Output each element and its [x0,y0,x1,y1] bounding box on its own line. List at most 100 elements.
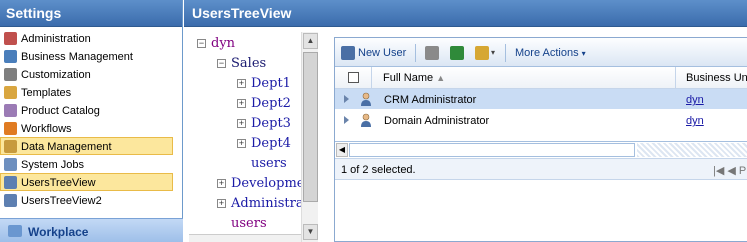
sidebar-item-label: System Jobs [21,159,84,171]
scroll-up-button[interactable]: ▲ [303,33,318,49]
tree-node-label: users [251,156,287,171]
sidebar-item-label: Templates [21,87,72,99]
business-unit-link[interactable]: dyn [686,93,704,107]
expand-toggle-icon[interactable]: + [237,139,246,148]
tree-node[interactable]: users [231,214,267,234]
column-header-full-name[interactable]: Full Name ▲ [383,71,445,85]
tree-node[interactable]: users [251,154,287,174]
grid-horizontal-scrollbar[interactable]: ◀ [335,141,747,157]
selection-status: 1 of 2 selected. [341,164,416,176]
expand-toggle-icon[interactable]: + [237,99,246,108]
tree-node[interactable]: + Administrati [217,194,307,214]
edit-dropdown-chevron-icon[interactable]: ▾ [491,45,495,61]
customization-icon [4,68,17,81]
tree-node[interactable]: + Dept3 [237,114,291,134]
sidebar-item-label: Product Catalog [21,105,100,117]
sidebar-item-label: UsersTreeView [21,177,96,189]
new-user-button[interactable]: New User [358,45,406,61]
templates-icon [4,86,17,99]
expand-toggle-icon[interactable]: + [217,199,226,208]
more-actions-button[interactable]: More Actions ▾ [515,45,586,61]
grid-toolbar: New User ▾ More Actions ▾ [335,38,747,67]
full-name-cell[interactable]: CRM Administrator [384,93,476,107]
tree-node[interactable]: + Developmen [217,174,307,194]
workplace-icon [8,225,22,237]
users-grid-panel: New User ▾ More Actions ▾ Full Name ▲ Bu… [334,37,747,242]
sidebar-item-label: Data Management [21,141,112,153]
row-expand-icon[interactable] [344,95,349,103]
tree-node-label: dyn [211,36,236,51]
table-row[interactable]: CRM Administrator dyn [335,89,747,110]
pager-controls[interactable]: |◀ ◀ P [713,164,746,177]
tree-node-label: Dept2 [251,96,291,111]
sidebar-item-data-management[interactable]: Data Management [0,137,173,155]
full-name-cell[interactable]: Domain Administrator [384,114,489,128]
column-divider [675,67,676,89]
collapse-toggle-icon[interactable]: − [217,59,226,68]
sidebar-item-label: Workflows [21,123,72,135]
user-icon [361,113,371,127]
column-divider [371,67,372,89]
expand-toggle-icon[interactable]: + [217,179,226,188]
product-catalog-icon [4,104,17,117]
expand-toggle-icon[interactable]: + [237,119,246,128]
edit-icon[interactable] [475,46,489,60]
grid-header: Full Name ▲ Business Unit [335,67,747,89]
tree-node-label: Dept3 [251,116,291,131]
tree-node[interactable]: − Sales [217,54,266,74]
tree-node-label: users [231,216,267,231]
more-actions-label: More Actions [515,47,579,59]
sidebar-item-templates[interactable]: Templates [0,83,173,101]
tree-node[interactable]: − dyn [197,34,235,54]
print-icon[interactable] [425,46,439,60]
sidebar-item-label: Administration [21,33,91,45]
more-actions-chevron-icon: ▾ [581,49,586,58]
scroll-down-button[interactable]: ▼ [303,224,318,240]
row-expand-icon[interactable] [344,116,349,124]
tree-node[interactable]: + Dept1 [237,74,291,94]
sidebar-item-administration[interactable]: Administration [0,29,173,47]
scroll-track[interactable] [349,143,635,157]
sidebar-item-product-catalog[interactable]: Product Catalog [0,101,173,119]
scroll-filler [637,143,747,157]
workplace-label: Workplace [28,225,89,239]
new-user-icon [341,46,355,60]
column-header-business-unit[interactable]: Business Unit [686,71,747,85]
sort-ascending-icon: ▲ [436,73,446,83]
scroll-thumb[interactable] [303,52,318,202]
tree-horizontal-scrollbar[interactable] [189,234,301,242]
main-content: UsersTreeView − dyn − Sales + Dept1 + Dept2 + Dep… [184,0,747,242]
workflows-icon [4,122,17,135]
administration-icon [4,32,17,45]
sidebar-item-customization[interactable]: Customization [0,65,173,83]
tree-node[interactable]: + Dept2 [237,94,291,114]
tree-node-label: Dept4 [251,136,291,151]
sidebar-item-system-jobs[interactable]: System Jobs [0,155,173,173]
tree-node[interactable]: + Dept4 [237,134,291,154]
sidebar-item-business-management[interactable]: Business Management [0,47,173,65]
expand-toggle-icon[interactable]: + [237,79,246,88]
toolbar-separator [415,44,416,62]
tree-node-label: Developmen [231,176,307,191]
workplace-button[interactable]: Workplace [0,218,183,242]
sidebar-item-label: Customization [21,69,91,81]
collapse-toggle-icon[interactable]: − [197,39,206,48]
tree-node-label: Dept1 [251,76,291,91]
users-tree: − dyn − Sales + Dept1 + Dept2 + Dept3 + Dept4 users +… [189,32,307,242]
table-row[interactable]: Domain Administrator dyn [335,110,747,131]
tree-vertical-scrollbar[interactable]: ▲ ▼ [301,32,318,242]
business-management-icon [4,50,17,63]
scroll-left-button[interactable]: ◀ [336,143,348,157]
business-unit-link[interactable]: dyn [686,114,704,128]
export-excel-icon[interactable] [450,46,464,60]
sidebar-item-workflows[interactable]: Workflows [0,119,173,137]
data-management-icon [4,140,17,153]
settings-navigation-pane: Settings Administration Business Manageme… [0,0,183,242]
full-name-header-label: Full Name [383,72,434,84]
settings-nav-list: Administration Business Management Customi… [0,27,182,209]
select-all-checkbox[interactable] [348,72,359,83]
sidebar-item-label: UsersTreeView2 [21,195,102,207]
sidebar-item-userstreeview[interactable]: UsersTreeView [0,173,173,191]
tree-node-label: Sales [231,56,267,71]
sidebar-item-userstreeview2[interactable]: UsersTreeView2 [0,191,173,209]
